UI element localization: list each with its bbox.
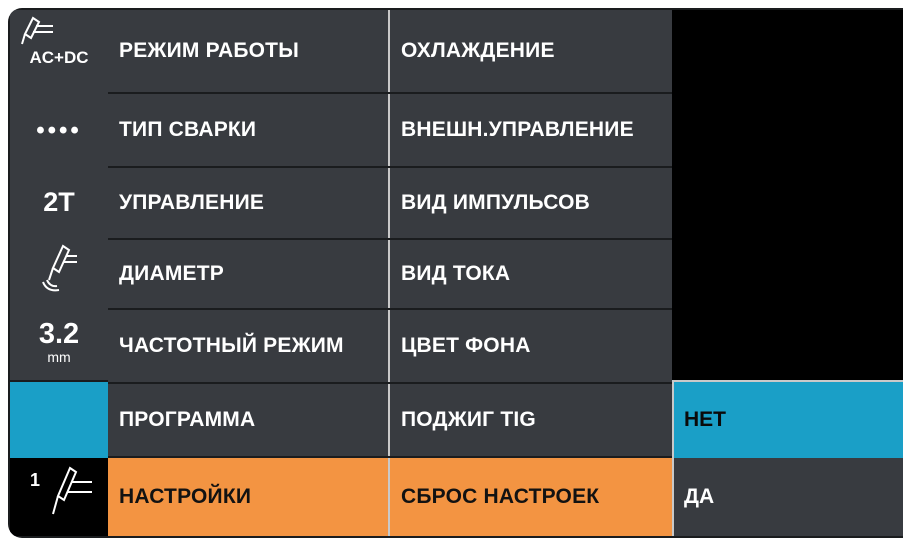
menu-item-label: ЧАСТОТНЫЙ РЕЖИМ (119, 334, 344, 357)
separator (108, 382, 672, 384)
separator (108, 456, 672, 458)
menu-item-settings[interactable]: НАСТРОЙКИ (108, 458, 388, 536)
menu-item-control[interactable]: УПРАВЛЕНИЕ (108, 168, 388, 238)
menu-item-label: НАСТРОЙКИ (119, 485, 252, 508)
trigger-mode-label: 2T (43, 186, 75, 217)
menu-item-background-color[interactable]: ЦВЕТ ФОНА (390, 310, 672, 382)
sidebar-trigger[interactable]: 2T (10, 168, 108, 236)
sidebar-arc[interactable] (10, 236, 108, 304)
diameter-unit: mm (47, 349, 71, 365)
program-number: 1 (30, 470, 41, 490)
menu-item-cooling[interactable]: ОХЛАЖДЕНИЕ (390, 10, 672, 92)
option-label: НЕТ (684, 408, 726, 431)
sidebar-frequency[interactable] (10, 382, 108, 458)
menu-item-tig-ignition[interactable]: ПОДЖИГ TIG (390, 384, 672, 456)
menu-item-label: ПРОГРАММА (119, 408, 256, 431)
menu-item-label: ОХЛАЖДЕНИЕ (401, 39, 555, 62)
menu-item-frequency[interactable]: ЧАСТОТНЫЙ РЕЖИМ (108, 310, 388, 382)
menu-item-weld-type[interactable]: ТИП СВАРКИ (108, 94, 388, 166)
menu-item-label: СБРОС НАСТРОЕК (401, 485, 600, 508)
menu-item-label: ТИП СВАРКИ (119, 118, 257, 141)
menu-item-label: РЕЖИМ РАБОТЫ (119, 39, 299, 62)
separator (108, 92, 672, 94)
welder-screen: AC+DC •••• 2T 3.2 mm 1 РЕЖИМ РАБОТЫ ТИП … (8, 8, 903, 538)
option-yes[interactable]: ДА (672, 458, 903, 536)
menu-item-label: ВИД ИМПУЛЬСОВ (401, 191, 591, 214)
menu-item-mode[interactable]: РЕЖИМ РАБОТЫ (108, 10, 388, 92)
empty-panel (672, 10, 903, 380)
option-label: ДА (684, 485, 715, 508)
ac-dc-label: AC+DC (29, 48, 89, 67)
menu-item-pulse-type[interactable]: ВИД ИМПУЛЬСОВ (390, 168, 672, 238)
sidebar-diameter[interactable]: 3.2 mm (10, 304, 108, 380)
torch-icon (52, 466, 92, 515)
sidebar-weld-type[interactable]: •••• (10, 94, 108, 168)
menu-item-label: УПРАВЛЕНИЕ (119, 191, 265, 214)
sidebar-program[interactable]: 1 (10, 458, 108, 536)
sidebar-mode[interactable]: AC+DC (10, 10, 108, 94)
dots-indicator: •••• (36, 117, 82, 144)
separator (108, 238, 672, 240)
separator (108, 308, 672, 310)
menu-item-program[interactable]: ПРОГРАММА (108, 384, 388, 456)
separator (108, 166, 672, 168)
menu-item-diameter[interactable]: ДИАМЕТР (108, 240, 388, 308)
torch-arc-icon (42, 244, 77, 292)
menu-item-label: ДИАМЕТР (119, 262, 224, 285)
menu-item-remote-control[interactable]: ВНЕШН.УПРАВЛЕНИЕ (390, 94, 672, 166)
menu-item-label: ПОДЖИГ TIG (401, 408, 536, 431)
option-no[interactable]: НЕТ (672, 382, 903, 458)
menu-item-reset-settings[interactable]: СБРОС НАСТРОЕК (390, 458, 672, 536)
menu-item-label: ЦВЕТ ФОНА (401, 334, 531, 357)
diameter-value: 3.2 (38, 318, 80, 350)
menu-item-current-type[interactable]: ВИД ТОКА (390, 240, 672, 308)
menu-item-label: ВНЕШН.УПРАВЛЕНИЕ (401, 118, 634, 141)
menu-item-label: ВИД ТОКА (401, 262, 511, 285)
